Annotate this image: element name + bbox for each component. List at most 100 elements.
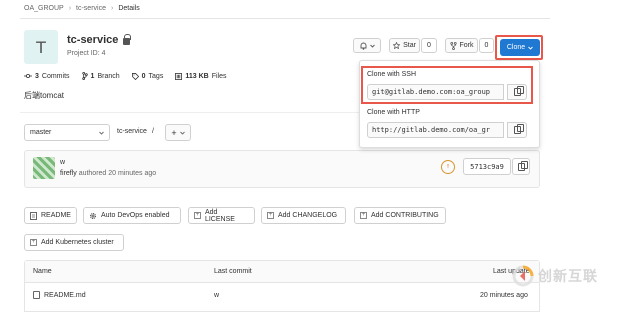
branches-count: 1 [90,72,95,80]
commit-sha-text: 5713c9a9 [470,162,504,171]
branch-name: master [30,129,52,136]
watermark: 创新互联 [512,265,598,287]
commit-icon [24,74,32,78]
clone-label: Clone [506,44,526,51]
branches-stat[interactable]: 1 Branch [81,72,120,80]
commit-meta: firefly authored 20 minutes ago [60,170,156,177]
tag-icon [131,72,139,80]
copy-icon [513,86,524,96]
notification-button[interactable] [353,38,381,53]
gear-icon [89,212,97,219]
fork-label: Fork [459,42,474,49]
add-license-button[interactable]: + Add LICENSE [188,207,255,224]
storage-icon [175,72,183,80]
pipeline-status-icon[interactable]: !! [441,160,455,174]
breadcrumb-group-link[interactable]: OA_GROUP [24,5,64,12]
fork-count[interactable]: 0 [479,38,494,53]
add-file-button[interactable]: + [165,124,191,141]
add-kubernetes-label: Add Kubernetes cluster [41,239,114,246]
tags-count: 0 [141,72,146,80]
branch-selector[interactable]: master [24,124,110,141]
star-count[interactable]: 0 [421,38,437,53]
add-license-label: Add LICENSE [204,208,235,223]
star-button[interactable]: Star [389,38,420,53]
plus-square-icon: + [267,212,274,219]
tags-stat[interactable]: 0 Tags [131,72,164,80]
plus-square-icon: + [360,212,367,219]
commits-count: 3 [35,72,39,80]
watermark-logo [512,265,534,287]
copy-ssh-url-button[interactable] [507,84,527,100]
breadcrumb-project-link[interactable]: tc-service [76,5,106,12]
add-contributing-button[interactable]: + Add CONTRIBUTING [354,207,446,224]
copy-icon [513,124,524,134]
auto-devops-button[interactable]: Auto DevOps enabled [83,207,181,224]
project-id: Project ID: 4 [67,50,106,57]
http-url-field[interactable]: http://gitlab.demo.com/oa_gr [367,122,504,138]
commit-title[interactable]: w [60,159,65,166]
author-avatar[interactable] [33,157,55,179]
project-title: tc-service [67,33,132,46]
plus-square-icon: + [30,239,37,246]
branches-label: Branch [97,72,120,80]
breadcrumb-current[interactable]: Details [118,5,139,12]
chevron-down-icon [179,131,185,135]
clone-http-label: Clone with HTTP [367,109,420,116]
column-last-commit-header: Last commit [214,268,252,275]
watermark-text: 创新互联 [538,269,598,285]
repo-path: tc-service / [117,128,154,135]
star-label: Star [403,42,416,49]
chevron-down-icon [99,131,104,135]
readme-label: README [41,212,71,219]
auto-devops-label: Auto DevOps enabled [101,212,170,219]
chevron-down-icon [528,46,533,50]
breadcrumb: OA_GROUP › tc-service › Details [24,5,140,12]
files-size: 113 KB [185,72,209,80]
file-table-header [25,261,539,283]
ssh-url-field[interactable]: git@gitlab.demo.com:oa_group [367,84,504,100]
breadcrumb-separator: › [68,5,72,12]
commit-sha[interactable]: 5713c9a9 [463,158,511,175]
project-avatar: T [24,30,58,64]
fork-button[interactable]: Fork [445,38,478,53]
table-row[interactable]: README.md [33,291,86,299]
add-changelog-button[interactable]: + Add CHANGELOG [261,207,346,224]
project-description: 后端tomcat [24,91,65,100]
header-divider [20,18,550,19]
branch-icon [81,72,88,80]
commits-stat[interactable]: 3 Commits [24,73,70,80]
project-stats: 3 Commits 1 Branch 0 Tags 113 KB Files [24,72,226,80]
chevron-down-icon [369,44,375,48]
clone-ssh-label: Clone with SSH [367,71,417,78]
add-changelog-label: Add CHANGELOG [278,212,338,219]
project-name: tc-service [67,34,119,46]
plus-icon: + [171,127,177,138]
bell-icon [360,42,366,50]
breadcrumb-separator: › [110,5,114,12]
files-label: Files [211,72,227,80]
plus-square-icon: + [194,212,201,219]
file-last-commit[interactable]: w [214,292,219,299]
tags-label: Tags [148,72,164,80]
path-separator: / [151,128,154,135]
files-stat[interactable]: 113 KB Files [175,73,226,80]
file-icon [30,211,37,220]
file-name[interactable]: README.md [44,292,86,299]
star-icon [393,42,401,49]
commit-time: authored 20 minutes ago [78,170,157,177]
add-kubernetes-cluster-button[interactable]: + Add Kubernetes cluster [24,234,124,251]
commit-author[interactable]: firefly [60,170,77,177]
copy-http-url-button[interactable] [507,122,527,138]
add-contributing-label: Add CONTRIBUTING [371,212,439,219]
file-icon [33,291,40,299]
column-name-header: Name [33,268,52,275]
fork-icon [449,41,457,50]
file-last-update: 20 minutes ago [480,292,528,299]
clone-button[interactable]: Clone [500,39,540,56]
copy-icon [517,160,528,171]
commits-label: Commits [41,72,70,80]
repo-path-root[interactable]: tc-service [117,128,147,135]
copy-sha-button[interactable] [512,158,530,175]
lock-icon [123,33,132,45]
readme-button[interactable]: README [24,207,77,224]
